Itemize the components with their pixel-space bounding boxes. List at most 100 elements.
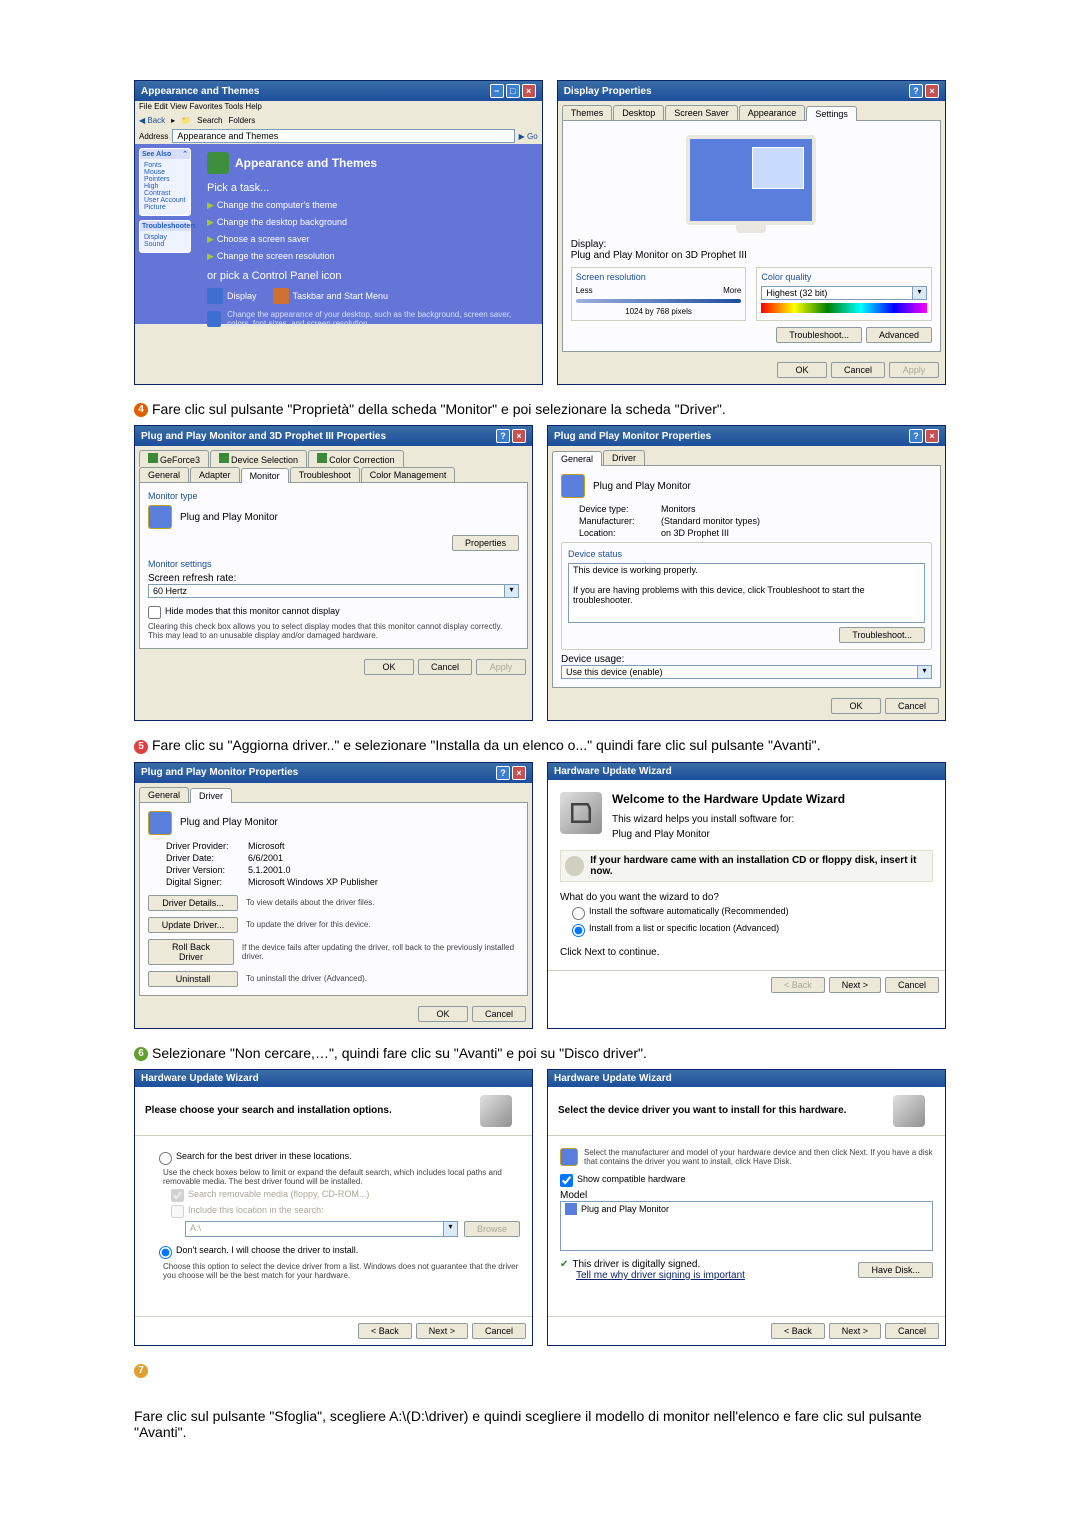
refresh-label: Screen refresh rate: xyxy=(148,573,519,584)
help-button[interactable]: ? xyxy=(909,84,923,98)
resolution-label: Screen resolution xyxy=(576,272,742,282)
tab-themes[interactable]: Themes xyxy=(562,105,613,120)
radio-list[interactable] xyxy=(572,924,585,937)
side-link[interactable]: High Contrast xyxy=(144,183,186,197)
tab-screensaver[interactable]: Screen Saver xyxy=(665,105,738,120)
radio-dont-search[interactable] xyxy=(159,1246,172,1259)
update-button[interactable]: Update Driver... xyxy=(148,917,238,933)
tab-settings[interactable]: Settings xyxy=(806,106,857,121)
troubleshoot-button[interactable]: Troubleshoot... xyxy=(839,627,925,643)
task-link[interactable]: ▶Change the computer's theme xyxy=(207,200,530,211)
provider-label: Driver Provider: xyxy=(166,841,236,851)
back-button[interactable]: < Back xyxy=(771,1323,825,1339)
back-button[interactable]: < Back xyxy=(771,977,825,993)
troubleshoot-button[interactable]: Troubleshoot... xyxy=(776,327,862,343)
resolution-slider[interactable] xyxy=(576,299,742,303)
apply-button[interactable]: Apply xyxy=(889,362,939,378)
advanced-button[interactable]: Advanced xyxy=(866,327,932,343)
cancel-button[interactable]: Cancel xyxy=(472,1006,526,1022)
tab-troubleshoot[interactable]: Troubleshoot xyxy=(290,467,360,482)
help-button[interactable]: ? xyxy=(909,429,923,443)
ok-button[interactable]: OK xyxy=(777,362,827,378)
cancel-button[interactable]: Cancel xyxy=(831,362,885,378)
tab-monitor[interactable]: Monitor xyxy=(241,468,289,483)
close-button[interactable]: × xyxy=(522,84,536,98)
tab-device-selection[interactable]: Device Selection xyxy=(210,450,307,467)
close-button[interactable]: × xyxy=(925,84,939,98)
display-icon-link[interactable]: Display xyxy=(207,288,257,304)
side-link[interactable]: Mouse Pointers xyxy=(144,169,186,183)
minimize-button[interactable]: − xyxy=(490,84,504,98)
tab-general[interactable]: General xyxy=(552,451,602,466)
taskbar-icon-link[interactable]: Taskbar and Start Menu xyxy=(273,288,389,304)
cancel-button[interactable]: Cancel xyxy=(885,698,939,714)
side-link[interactable]: Fonts xyxy=(144,162,186,169)
tab-desktop[interactable]: Desktop xyxy=(613,105,664,120)
help-button[interactable]: ? xyxy=(496,766,510,780)
tab-general[interactable]: General xyxy=(139,467,189,482)
titlebar[interactable]: Display Properties ? × xyxy=(558,81,945,101)
forward-button[interactable]: ▸ xyxy=(171,116,175,125)
close-button[interactable]: × xyxy=(512,429,526,443)
folders-button[interactable]: Folders xyxy=(229,116,256,125)
collapse-icon[interactable]: ⌃ xyxy=(182,150,188,158)
apply-button[interactable]: Apply xyxy=(476,659,526,675)
tab-appearance[interactable]: Appearance xyxy=(739,105,806,120)
side-link[interactable]: Sound xyxy=(144,241,186,248)
up-button[interactable]: 📁 xyxy=(181,116,191,125)
search-button[interactable]: Search xyxy=(197,116,222,125)
properties-button[interactable]: Properties xyxy=(452,535,519,551)
status-textarea[interactable]: This device is working properly. If you … xyxy=(568,563,925,623)
ok-button[interactable]: OK xyxy=(831,698,881,714)
cancel-button[interactable]: Cancel xyxy=(885,1323,939,1339)
ok-button[interactable]: OK xyxy=(418,1006,468,1022)
tab-geforce[interactable]: GeForce3 xyxy=(139,450,209,467)
task-link[interactable]: ▶Change the desktop background xyxy=(207,217,530,228)
back-button[interactable]: ◀ Back xyxy=(139,116,165,125)
side-link[interactable]: Display xyxy=(144,234,186,241)
task-link[interactable]: ▶Choose a screen saver xyxy=(207,234,530,245)
cancel-button[interactable]: Cancel xyxy=(885,977,939,993)
tellme-link[interactable]: Tell me why driver signing is important xyxy=(576,1270,745,1281)
tab-driver[interactable]: Driver xyxy=(190,788,232,803)
next-button[interactable]: Next > xyxy=(416,1323,468,1339)
refresh-dropdown[interactable]: 60 Hertz▾ xyxy=(148,584,519,598)
next-button[interactable]: Next > xyxy=(829,1323,881,1339)
help-button[interactable]: ? xyxy=(496,429,510,443)
address-input[interactable]: Appearance and Themes xyxy=(172,129,514,143)
radio-search[interactable] xyxy=(159,1152,172,1165)
usage-dropdown[interactable]: Use this device (enable)▾ xyxy=(561,665,932,679)
close-button[interactable]: × xyxy=(512,766,526,780)
cancel-button[interactable]: Cancel xyxy=(472,1323,526,1339)
model-item[interactable]: Plug and Play Monitor xyxy=(581,1204,669,1214)
have-disk-button[interactable]: Have Disk... xyxy=(858,1262,933,1278)
rollback-button[interactable]: Roll Back Driver xyxy=(148,939,234,965)
menu-bar[interactable]: File Edit View Favorites Tools Help xyxy=(135,101,542,112)
tab-general[interactable]: General xyxy=(139,787,189,802)
details-button[interactable]: Driver Details... xyxy=(148,895,238,911)
maximize-button[interactable]: □ xyxy=(506,84,520,98)
side-link[interactable]: User Account Picture xyxy=(144,197,186,211)
monitor-preview xyxy=(571,135,932,233)
uninstall-button[interactable]: Uninstall xyxy=(148,971,238,987)
titlebar[interactable]: Appearance and Themes − □ × xyxy=(135,81,542,101)
tab-driver[interactable]: Driver xyxy=(603,450,645,465)
cancel-button[interactable]: Cancel xyxy=(418,659,472,675)
ok-button[interactable]: OK xyxy=(364,659,414,675)
resolution-group: Screen resolution LessMore 1024 by 768 p… xyxy=(571,267,747,321)
status-title: Device status xyxy=(568,549,925,559)
back-button[interactable]: < Back xyxy=(358,1323,412,1339)
close-button[interactable]: × xyxy=(925,429,939,443)
model-list[interactable]: Plug and Play Monitor xyxy=(560,1201,933,1251)
go-button[interactable]: ▶ Go xyxy=(519,132,538,141)
next-button[interactable]: Next > xyxy=(829,977,881,993)
radio-auto[interactable] xyxy=(572,907,585,920)
tab-adapter[interactable]: Adapter xyxy=(190,467,240,482)
tab-color-correction[interactable]: Color Correction xyxy=(308,450,404,467)
cb-compatible[interactable] xyxy=(560,1174,573,1187)
footer-description: Change the appearance of your desktop, s… xyxy=(227,310,530,328)
color-dropdown[interactable]: Highest (32 bit)▾ xyxy=(761,286,927,300)
task-link[interactable]: ▶Change the screen resolution xyxy=(207,251,530,262)
hide-modes-checkbox[interactable] xyxy=(148,606,161,619)
tab-color-mgmt[interactable]: Color Management xyxy=(361,467,456,482)
